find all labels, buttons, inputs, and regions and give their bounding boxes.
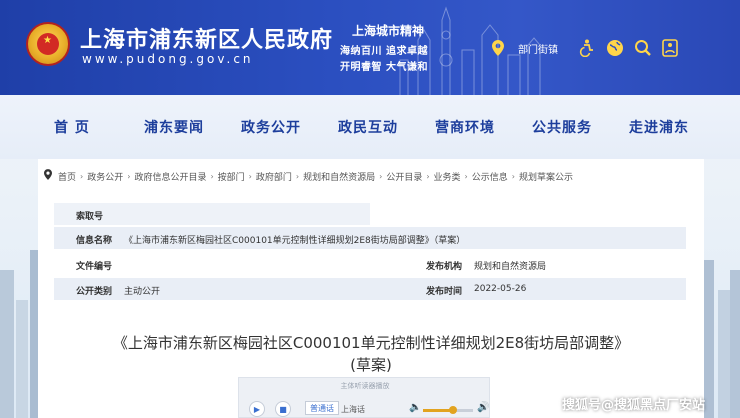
chevron-right-icon: › bbox=[80, 171, 84, 181]
nav-services[interactable]: 公共服务 bbox=[532, 117, 592, 137]
date-label: 发布时间 bbox=[426, 287, 463, 297]
audio-reader: 主体听读器播放 ▶ ■ 普通话 上海话 🔈 🔊 bbox=[238, 377, 490, 418]
chevron-right-icon: › bbox=[511, 171, 515, 181]
shanghainese-mode-button[interactable]: 上海话 bbox=[341, 404, 365, 415]
date-value: 2022-05-26 bbox=[474, 284, 527, 294]
location-pin-icon[interactable] bbox=[492, 40, 504, 56]
breadcrumb-current[interactable]: 规划草案公示 bbox=[519, 170, 573, 183]
stop-icon: ■ bbox=[279, 404, 287, 414]
chevron-right-icon: › bbox=[295, 171, 300, 181]
nav-gov-affairs[interactable]: 政务公开 bbox=[241, 117, 301, 137]
chevron-right-icon: › bbox=[127, 171, 131, 181]
chevron-right-icon: › bbox=[464, 171, 468, 181]
index-label: 索取号 bbox=[76, 212, 104, 222]
city-spirit-line-2: 开明睿智 大气谦和 bbox=[340, 62, 428, 73]
breadcrumb-item[interactable]: 政府部门 bbox=[256, 170, 292, 183]
category-label: 公开类别 bbox=[76, 287, 113, 297]
mandarin-mode-button[interactable]: 普通话 bbox=[305, 401, 339, 415]
meta-row-doc-no: 文件编号 发布机构 规划和自然资源局 bbox=[54, 253, 686, 275]
breadcrumb-item[interactable]: 公开目录 bbox=[386, 170, 422, 183]
nav-business[interactable]: 营商环境 bbox=[435, 117, 495, 137]
chevron-right-icon: › bbox=[426, 171, 430, 181]
globe-icon[interactable] bbox=[606, 39, 624, 57]
info-name-value: 《上海市浦东新区梅园社区C000101单元控制性详细规划2E8街坊局部调整》（草… bbox=[124, 236, 466, 246]
issuer-label: 发布机构 bbox=[426, 262, 463, 272]
location-pin-icon bbox=[44, 169, 52, 183]
stop-button[interactable]: ■ bbox=[275, 401, 291, 417]
volume-low-icon: 🔈 bbox=[409, 402, 422, 413]
category-value: 主动公开 bbox=[124, 287, 161, 297]
meta-row-info-name: 信息名称 《上海市浦东新区梅园社区C000101单元控制性详细规划2E8街坊局部… bbox=[54, 227, 686, 249]
breadcrumb-item[interactable]: 规划和自然资源局 bbox=[303, 170, 375, 183]
government-emblem-icon[interactable]: ★ bbox=[26, 22, 70, 66]
nav-home[interactable]: 首 页 bbox=[54, 117, 90, 137]
breadcrumb-item[interactable]: 业务类 bbox=[434, 170, 461, 183]
city-spirit-title: 上海城市精神 bbox=[352, 24, 425, 38]
volume-knob[interactable] bbox=[449, 406, 457, 414]
content-panel: 首页 › 政务公开 › 政府信息公开目录 › 按部门 › 政府部门 › 规划和自… bbox=[38, 159, 704, 418]
chevron-right-icon: › bbox=[210, 171, 214, 181]
dept-link[interactable]: 部门街镇 bbox=[518, 41, 558, 56]
volume-high-icon: 🔊 bbox=[477, 402, 490, 413]
header-tools: 部门街镇 bbox=[492, 36, 688, 60]
meta-row-category: 公开类别 主动公开 发布时间 2022-05-26 bbox=[54, 278, 686, 300]
reader-title: 主体听读器播放 bbox=[340, 382, 390, 390]
search-icon[interactable] bbox=[634, 39, 652, 57]
doc-no-label: 文件编号 bbox=[76, 262, 113, 272]
breadcrumb-item[interactable]: 政府信息公开目录 bbox=[134, 170, 206, 183]
site-header: ★ 上海市浦东新区人民政府 www.pudong.gov.cn 上海城市精神 海… bbox=[0, 0, 740, 95]
main-nav: 首 页 浦东要闻 政务公开 政民互动 营商环境 公共服务 走进浦东 bbox=[0, 95, 740, 159]
watermark: 搜狐号@搜狐黑点厂安站 bbox=[562, 398, 706, 413]
document-title: 《上海市浦东新区梅园社区C000101单元控制性详细规划2E8街坊局部调整》 bbox=[112, 334, 630, 352]
nav-about[interactable]: 走进浦东 bbox=[629, 117, 689, 137]
issuer-value: 规划和自然资源局 bbox=[474, 262, 547, 272]
nav-news[interactable]: 浦东要闻 bbox=[144, 117, 204, 137]
chevron-right-icon: › bbox=[379, 171, 383, 181]
breadcrumb-item[interactable]: 政务公开 bbox=[87, 170, 123, 183]
city-spirit-line-1: 海纳百川 追求卓越 bbox=[340, 46, 428, 57]
info-name-label: 信息名称 bbox=[76, 236, 113, 246]
breadcrumb: 首页 › 政务公开 › 政府信息公开目录 › 按部门 › 政府部门 › 规划和自… bbox=[38, 159, 704, 193]
breadcrumb-item[interactable]: 公示信息 bbox=[472, 170, 508, 183]
site-url: www.pudong.gov.cn bbox=[82, 52, 254, 66]
chevron-right-icon: › bbox=[248, 171, 252, 181]
elder-mode-icon[interactable] bbox=[662, 39, 678, 57]
accessibility-icon[interactable] bbox=[578, 39, 596, 57]
play-icon: ▶ bbox=[253, 404, 261, 414]
city-background-right bbox=[704, 260, 740, 418]
site-name[interactable]: 上海市浦东新区人民政府 bbox=[80, 22, 333, 54]
meta-row-index: 索取号 bbox=[54, 203, 370, 225]
volume-slider[interactable] bbox=[423, 406, 473, 414]
document-subtitle: (草案) bbox=[350, 356, 392, 374]
nav-interaction[interactable]: 政民互动 bbox=[338, 117, 398, 137]
play-button[interactable]: ▶ bbox=[249, 401, 265, 417]
breadcrumb-item[interactable]: 首页 bbox=[58, 170, 76, 183]
breadcrumb-item[interactable]: 按部门 bbox=[218, 170, 245, 183]
